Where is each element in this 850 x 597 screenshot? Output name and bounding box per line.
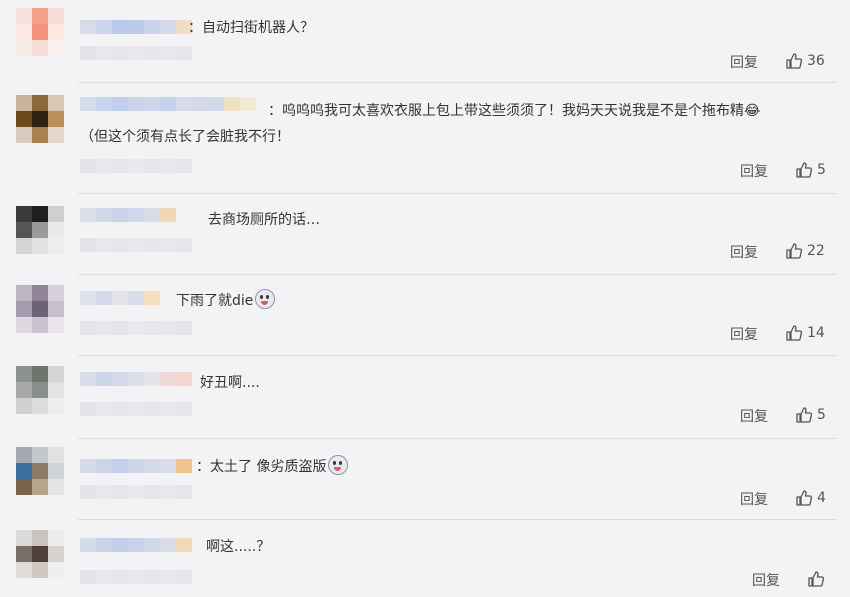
like-count: 4 <box>817 490 826 506</box>
reply-button[interactable]: 回复 <box>740 489 768 509</box>
like-count: 14 <box>807 325 825 341</box>
reply-button[interactable]: 回复 <box>752 570 780 590</box>
comment-meta <box>80 238 192 252</box>
like-button[interactable]: 5 <box>795 161 826 179</box>
comment-item: 下雨了就die 回复 14 <box>0 275 850 355</box>
comment-text: ：自动扫街机器人？ <box>188 20 314 36</box>
username[interactable] <box>80 20 192 34</box>
comment-text: 好丑啊.... <box>200 375 260 391</box>
reply-button[interactable]: 回复 <box>740 406 768 426</box>
comment-text: 下雨了就die <box>176 289 276 312</box>
avatar[interactable] <box>16 447 64 495</box>
comment-text: ：呜呜呜我可太喜欢衣服上包上带这些须须了！我妈天天说我是不是个拖布精😂 <box>268 103 761 119</box>
reply-button[interactable]: 回复 <box>730 52 758 72</box>
like-count: 22 <box>807 243 825 259</box>
avatar[interactable] <box>16 95 64 143</box>
reply-button[interactable]: 回复 <box>730 324 758 344</box>
crying-face-emoji-icon <box>328 455 349 475</box>
comment-meta <box>80 46 192 60</box>
comment-item: ：自动扫街机器人？ 回复 36 <box>0 0 850 82</box>
comment-text-content: ：太土了 像劣质盗版 <box>196 459 327 475</box>
comment-text-continued: （但这个须有点长了会脏我不行！ <box>80 129 290 145</box>
like-count: 5 <box>817 407 826 423</box>
comment-meta <box>80 321 192 335</box>
username[interactable] <box>80 208 176 222</box>
thumbs-up-icon <box>786 243 803 259</box>
like-button[interactable]: 22 <box>785 242 825 260</box>
comment-item: 去商场厕所的话… 回复 22 <box>0 194 850 274</box>
comment-text: 啊这.....？ <box>206 539 271 555</box>
like-button[interactable]: 4 <box>795 489 826 507</box>
like-count: 5 <box>817 162 826 178</box>
comment-text: 去商场厕所的话… <box>208 212 320 228</box>
comment-item: ：太土了 像劣质盗版 回复 4 <box>0 439 850 519</box>
thumbs-up-icon <box>796 490 813 506</box>
thumbs-up-icon <box>796 162 813 178</box>
comment-meta <box>80 570 192 584</box>
thumbs-up-icon <box>786 325 803 341</box>
comment-meta <box>80 159 192 173</box>
thumbs-up-icon <box>796 407 813 423</box>
like-button[interactable]: 14 <box>785 324 825 342</box>
thumbs-up-icon <box>786 53 803 69</box>
username[interactable] <box>80 97 256 111</box>
comment-text-content: 下雨了就die <box>176 293 254 309</box>
avatar[interactable] <box>16 530 64 578</box>
like-count: 36 <box>807 53 825 69</box>
comment-item: 啊这.....？ 回复 <box>0 520 850 597</box>
like-button[interactable] <box>807 570 829 588</box>
like-button[interactable]: 36 <box>785 52 825 70</box>
avatar[interactable] <box>16 366 64 414</box>
username[interactable] <box>80 459 192 473</box>
reply-button[interactable]: 回复 <box>730 242 758 262</box>
username[interactable] <box>80 372 192 386</box>
username[interactable] <box>80 538 192 552</box>
thumbs-up-icon <box>808 571 825 587</box>
comment-meta <box>80 402 192 416</box>
comment-text: ：太土了 像劣质盗版 <box>196 455 349 478</box>
like-button[interactable]: 5 <box>795 406 826 424</box>
avatar[interactable] <box>16 8 64 56</box>
avatar[interactable] <box>16 285 64 333</box>
avatar[interactable] <box>16 206 64 254</box>
username[interactable] <box>80 291 160 305</box>
comment-meta <box>80 485 192 499</box>
comment-item: ：呜呜呜我可太喜欢衣服上包上带这些须须了！我妈天天说我是不是个拖布精😂 （但这个… <box>0 83 850 193</box>
comment-item: 好丑啊.... 回复 5 <box>0 356 850 438</box>
reply-button[interactable]: 回复 <box>740 161 768 181</box>
crying-face-emoji-icon <box>255 289 276 309</box>
